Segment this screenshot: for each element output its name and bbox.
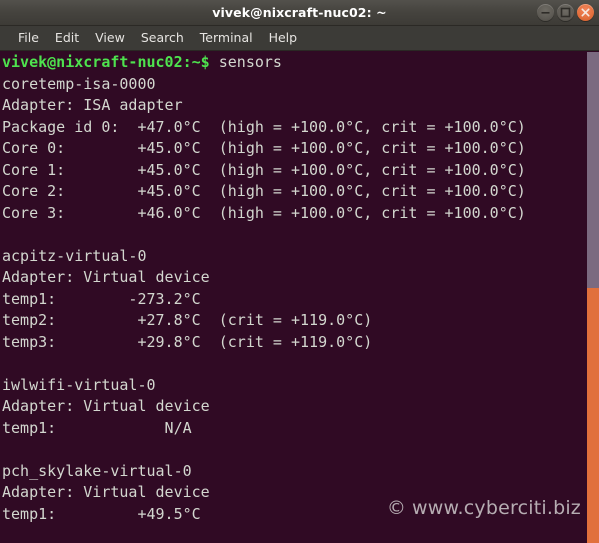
menubar: File Edit View Search Terminal Help [0,26,599,51]
terminal-output-area[interactable]: vivek@nixcraft-nuc02:~$ sensors coretemp… [0,52,599,543]
command-output: coretemp-isa-0000 Adapter: ISA adapter P… [2,74,526,523]
menu-item-search[interactable]: Search [133,26,192,50]
minimize-button[interactable] [537,4,554,21]
window-title: vivek@nixcraft-nuc02: ~ [212,5,387,20]
watermark-text: www.cyberciti.biz [412,497,581,519]
shell-prompt: vivek@nixcraft-nuc02:~$ [2,53,210,71]
menu-item-edit[interactable]: Edit [47,26,87,50]
menu-item-file[interactable]: File [10,26,47,50]
menu-item-help[interactable]: Help [261,26,306,50]
scrollbar-thumb[interactable] [587,52,599,288]
watermark: © www.cyberciti.biz [387,497,581,519]
terminal-window: vivek@nixcraft-nuc02: ~ File Edit View S… [0,0,599,543]
menu-item-terminal[interactable]: Terminal [192,26,261,50]
menu-item-view[interactable]: View [87,26,133,50]
terminal-text: vivek@nixcraft-nuc02:~$ sensors coretemp… [2,52,526,543]
copyright-symbol: © [386,497,407,519]
window-controls [537,4,594,21]
titlebar[interactable]: vivek@nixcraft-nuc02: ~ [0,0,599,26]
maximize-button[interactable] [557,4,574,21]
terminal-scrollbar[interactable] [587,52,599,543]
shell-command: sensors [218,53,282,71]
scrollbar-track[interactable] [587,288,599,543]
close-button[interactable] [577,4,594,21]
